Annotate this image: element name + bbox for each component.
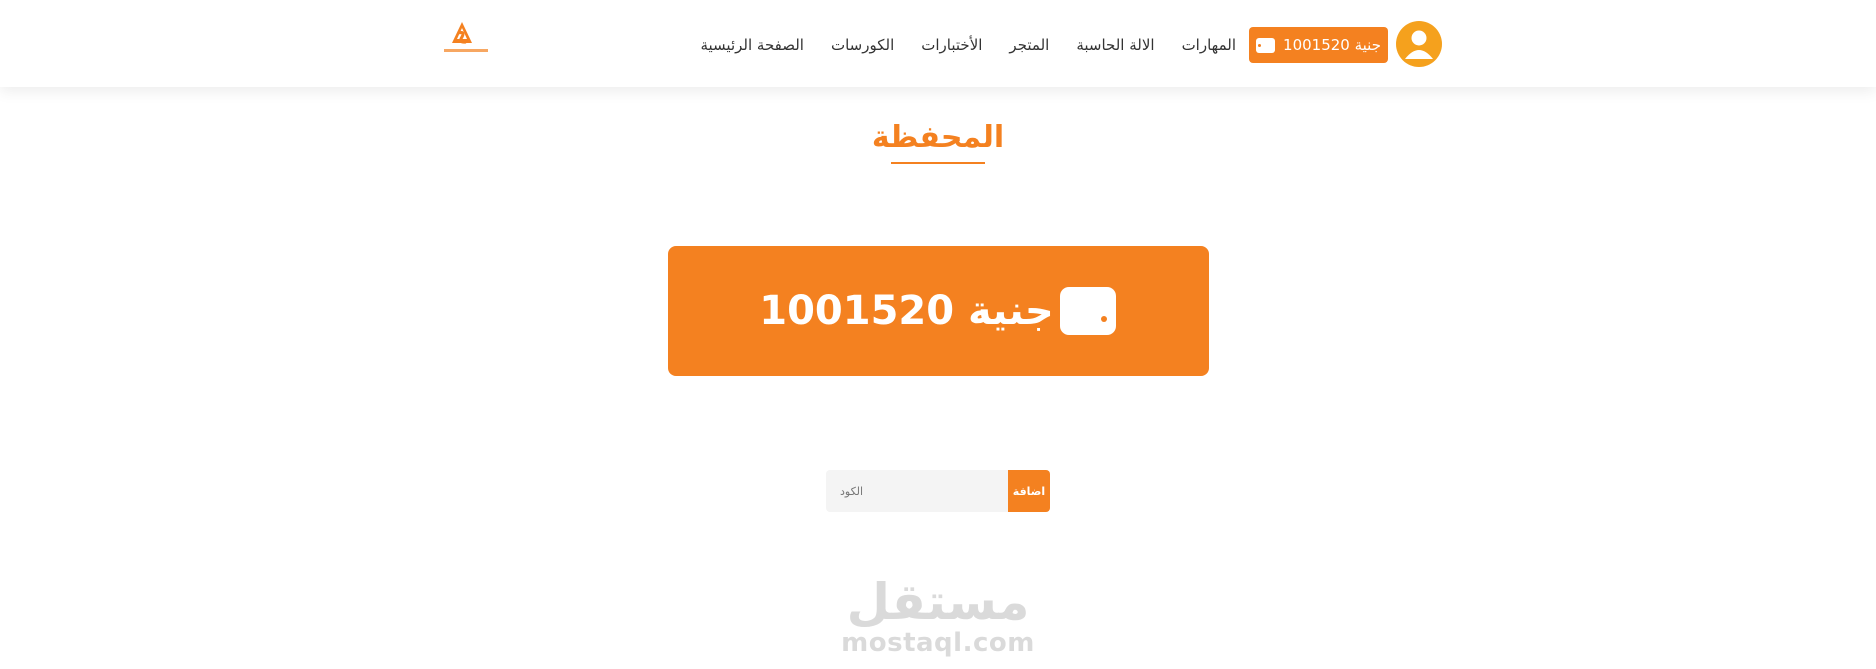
nav-item-exams[interactable]: الأختبارات bbox=[921, 36, 982, 54]
nav-item-store[interactable]: المتجر bbox=[1009, 36, 1049, 54]
watermark-arabic: مستقل bbox=[846, 573, 1030, 631]
wallet-balance-card: جنية 1001520 bbox=[668, 246, 1209, 376]
user-avatar[interactable] bbox=[1396, 21, 1442, 67]
code-input[interactable] bbox=[826, 470, 1008, 512]
top-header: الصفحة الرئيسية الكورسات الأختبارات المت… bbox=[0, 0, 1876, 87]
redeem-code-form: اضافة bbox=[826, 470, 1050, 512]
wallet-icon bbox=[1059, 285, 1118, 337]
nav-item-home[interactable]: الصفحة الرئيسية bbox=[700, 36, 804, 54]
user-icon bbox=[1405, 30, 1433, 59]
nav-item-courses[interactable]: الكورسات bbox=[831, 36, 894, 54]
watermark: مستقل mostaql.com bbox=[838, 575, 1038, 669]
add-code-button[interactable]: اضافة bbox=[1008, 470, 1050, 512]
site-logo[interactable] bbox=[441, 19, 491, 59]
wallet-balance-button[interactable]: جنية 1001520 bbox=[1249, 27, 1388, 63]
wallet-icon bbox=[1256, 37, 1276, 53]
wallet-balance-amount: جنية 1001520 bbox=[759, 288, 1054, 334]
nav-item-calculator[interactable]: الالة الحاسبة bbox=[1076, 36, 1154, 54]
watermark-latin: mostaql.com bbox=[841, 628, 1035, 658]
title-underline bbox=[891, 162, 985, 164]
nav-item-skills[interactable]: المهارات bbox=[1182, 36, 1236, 54]
wallet-balance-label: جنية 1001520 bbox=[1283, 36, 1381, 54]
logo-icon bbox=[444, 22, 488, 52]
main-nav: الصفحة الرئيسية الكورسات الأختبارات المت… bbox=[700, 30, 1236, 60]
page-title: المحفظة bbox=[871, 120, 1005, 155]
